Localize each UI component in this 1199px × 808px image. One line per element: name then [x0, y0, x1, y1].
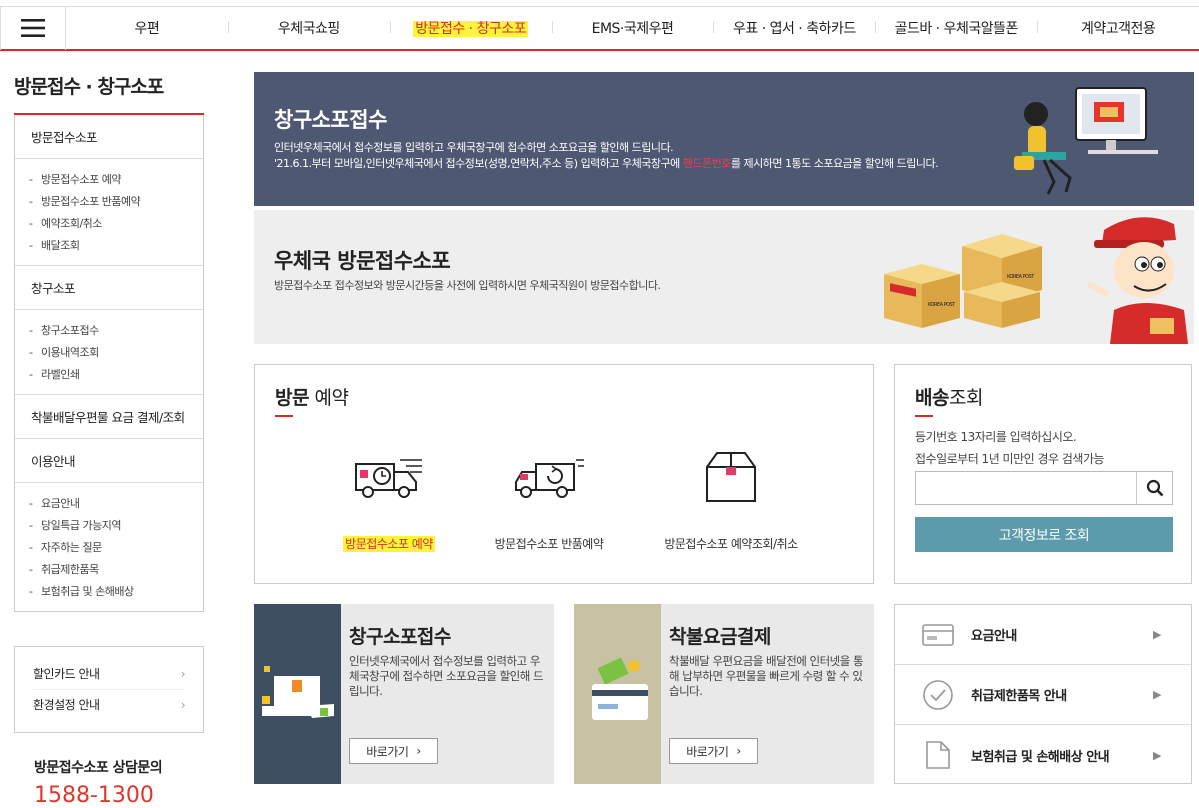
- settings-guide-link[interactable]: 환경설정 안내 ›: [33, 690, 186, 720]
- banner-desc: 인터넷우체국에서 접수정보를 입력하고 우체국창구에 접수하면 소포요금을 할인…: [274, 141, 674, 154]
- counter-parcel-card: 창구소포접수 인터넷우체국에서 접수정보를 입력하고 우체국창구에 접수하면 소…: [254, 604, 554, 784]
- computer-illustration: [1014, 87, 1158, 195]
- sidebar-group-guide[interactable]: 이용안내: [15, 439, 203, 483]
- sidebar-item-return-reserve[interactable]: 방문접수소포 반품예약: [29, 191, 203, 213]
- sidebar-item-history[interactable]: 이용내역조회: [29, 342, 203, 364]
- check-circle-icon: [921, 678, 955, 712]
- visit-reservation-panel: 방문 예약 방문접수소포 예약 방문접수소포 반품예약 방문접수소포 예약조회/…: [254, 364, 874, 584]
- visit-return-reserve-label: 방문접수소포 반품예약: [494, 537, 604, 551]
- nav-item-shopping[interactable]: 우체국쇼핑: [227, 18, 390, 38]
- banner2-title: 우체국 방문접수소포: [274, 249, 451, 273]
- chevron-right-icon: ›: [180, 698, 186, 712]
- box-label-korea-post: KOREA POST: [1007, 274, 1035, 280]
- discount-card-link[interactable]: 할인카드 안내 ›: [33, 659, 186, 690]
- track-desc-2: 접수일로부터 1년 미만인 경우 검색가능: [915, 452, 1105, 466]
- visit-lookup-item[interactable]: 방문접수소포 예약조회/취소: [631, 447, 831, 552]
- search-icon[interactable]: [1136, 472, 1172, 504]
- chevron-right-icon: ›: [180, 667, 186, 681]
- fee-guide-link[interactable]: 요금안내 ▶: [895, 605, 1191, 665]
- sidebar-item-reserve[interactable]: 방문접수소포 예약: [29, 169, 203, 191]
- chevron-right-icon: ▶: [1153, 748, 1161, 762]
- sidebar-group-counter-parcel[interactable]: 창구소포: [15, 266, 203, 310]
- chevron-right-icon: ›: [736, 744, 741, 758]
- banner-title: 창구소포접수: [274, 108, 387, 132]
- korea-post-boxes-illustration: KOREA POST KOREA POST: [884, 234, 1042, 328]
- sidebar-links: 할인카드 안내 › 환경설정 안내 ›: [14, 646, 204, 733]
- parcel-hand-icon: [262, 666, 334, 718]
- customer-info-lookup-button[interactable]: 고객정보로 조회: [915, 517, 1173, 552]
- truck-return-icon: [449, 447, 649, 507]
- track-panel-title: 배송조회: [915, 383, 983, 417]
- consult-phone: 1588-1300: [34, 783, 154, 808]
- visit-panel-title: 방문 예약: [275, 383, 349, 417]
- sidebar: 방문접수 · 창구소포 방문접수소포 방문접수소포 예약 방문접수소포 반품예약…: [14, 72, 204, 808]
- nav-item-contract[interactable]: 계약고객전용: [1037, 18, 1199, 38]
- box-icon: [631, 447, 831, 507]
- sidebar-group-visit-parcel[interactable]: 방문접수소포: [15, 115, 203, 159]
- track-desc: 등기번호 13자리를 입력하십시오.: [915, 430, 1077, 444]
- sidebar-item-sameday-area[interactable]: 당일특급 가능지역: [29, 515, 203, 537]
- sidebar-title: 방문접수 · 창구소포: [14, 72, 204, 115]
- card-illustration: [254, 604, 341, 784]
- card-desc: 착불배달 우편요금을 배달전에 인터넷을 통해 납부하면 우편물을 빠르게 수령…: [669, 654, 864, 698]
- card-title: 창구소포접수: [349, 626, 451, 648]
- card-illustration: [574, 604, 661, 784]
- delivery-tracking-panel: 배송조회 등기번호 13자리를 입력하십시오. 접수일로부터 1년 미만인 경우…: [894, 364, 1192, 584]
- nav-item-stamps[interactable]: 우표 · 엽서 · 축하카드: [713, 18, 875, 38]
- box-label-korea-post: KOREA POST: [928, 302, 956, 308]
- card-title: 착불요금결제: [669, 626, 771, 648]
- chevron-right-icon: ▶: [1153, 688, 1161, 701]
- insurance-guide-link[interactable]: 보험취급 및 손해배상 안내 ▶: [895, 725, 1191, 785]
- sidebar-item-reserve-lookup[interactable]: 예약조회/취소: [29, 213, 203, 235]
- visit-return-reserve-item[interactable]: 방문접수소포 반품예약: [449, 447, 649, 552]
- counter-parcel-banner[interactable]: 창구소포접수 인터넷우체국에서 접수정보를 입력하고 우체국창구에 접수하면 소…: [254, 72, 1194, 206]
- tracking-number-input[interactable]: [916, 472, 1136, 504]
- chevron-right-icon: ▶: [1153, 628, 1161, 641]
- document-icon: [921, 738, 955, 772]
- nav-item-visit-parcel[interactable]: 방문접수 · 창구소포: [389, 18, 552, 38]
- cod-payment-card: 착불요금결제 착불배달 우편요금을 배달전에 인터넷을 통해 납부하면 우편물을…: [574, 604, 874, 784]
- sidebar-item-insurance[interactable]: 보험취급 및 손해배상: [29, 581, 203, 603]
- top-nav: 우편 우체국쇼핑 방문접수 · 창구소포 EMS·국제우편 우표 · 엽서 · …: [0, 6, 1199, 51]
- visit-lookup-label: 방문접수소포 예약조회/취소: [664, 537, 798, 551]
- nav-item-goldbar[interactable]: 골드바 · 우체국알뜰폰: [875, 18, 1037, 38]
- banner-desc-2: '21.6.1.부터 모바일,인터넷우체국에서 접수정보(성명,연락처,주소 등…: [274, 157, 939, 170]
- payment-card-icon: [592, 657, 648, 720]
- sidebar-item-counter-accept[interactable]: 창구소포접수: [29, 320, 203, 342]
- visit-parcel-banner[interactable]: 우체국 방문접수소포 방문접수소포 접수정보와 방문시간등을 사전에 입력하시면…: [254, 210, 1194, 344]
- sidebar-item-fees[interactable]: 요금안내: [29, 493, 203, 515]
- card-icon: [921, 618, 955, 652]
- consult-info: 방문접수소포 상담문의 1588-1300: [14, 757, 204, 808]
- card-desc: 인터넷우체국에서 접수정보를 입력하고 우체국창구에 접수하면 소포요금을 할인…: [349, 654, 544, 698]
- sidebar-item-restricted[interactable]: 취급제한품목: [29, 559, 203, 581]
- go-button[interactable]: 바로가기 ›: [669, 738, 758, 764]
- chevron-right-icon: ›: [416, 744, 421, 758]
- banner2-desc: 방문접수소포 접수정보와 방문시간등을 사전에 입력하시면 우체국직원이 방문접…: [274, 279, 661, 292]
- sidebar-item-faq[interactable]: 자주하는 질문: [29, 537, 203, 559]
- postman-character-illustration: [1086, 217, 1188, 344]
- nav-item-ems[interactable]: EMS·국제우편: [551, 18, 714, 38]
- sidebar-group-cod-payment[interactable]: 착불배달우편물 요금 결제/조회: [15, 395, 203, 439]
- guide-links: 요금안내 ▶ 취급제한품목 안내 ▶ 보험취급 및 손해배상 안내 ▶: [894, 604, 1192, 784]
- nav-item-post[interactable]: 우편: [66, 18, 228, 38]
- menu-icon[interactable]: [0, 6, 66, 50]
- sidebar-item-label-print[interactable]: 라벨인쇄: [29, 364, 203, 386]
- sidebar-item-delivery-lookup[interactable]: 배달조회: [29, 235, 203, 257]
- restricted-items-link[interactable]: 취급제한품목 안내 ▶: [895, 665, 1191, 725]
- consult-label: 방문접수소포 상담문의: [34, 760, 163, 776]
- tracking-search: [915, 471, 1173, 505]
- go-button[interactable]: 바로가기 ›: [349, 738, 438, 764]
